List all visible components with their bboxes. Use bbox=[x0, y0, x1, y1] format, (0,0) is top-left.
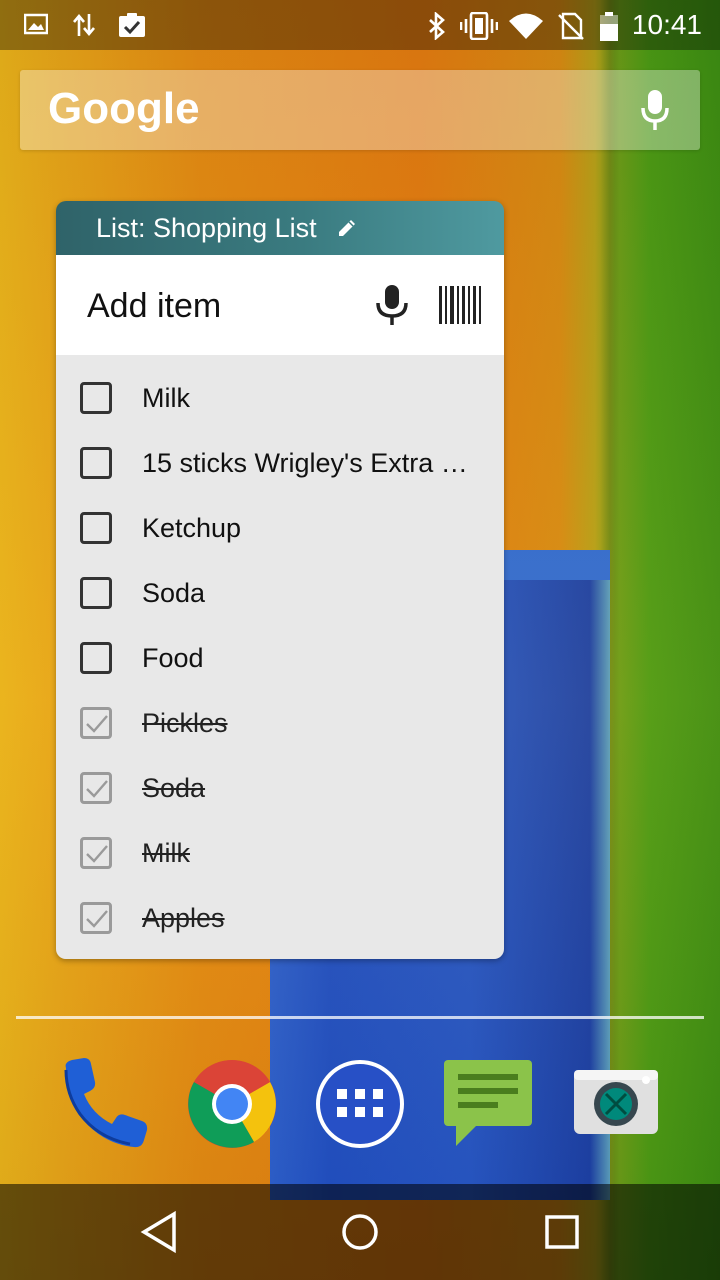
list-item[interactable]: Milk bbox=[56, 368, 504, 433]
add-item-label[interactable]: Add item bbox=[87, 287, 221, 326]
checkmark-icon bbox=[86, 910, 108, 928]
checkbox-unchecked[interactable] bbox=[80, 512, 112, 544]
item-label: Soda bbox=[142, 578, 206, 608]
google-logo: Google bbox=[48, 84, 200, 133]
checkmark-icon bbox=[86, 715, 108, 733]
item-label: Pickles bbox=[142, 708, 228, 738]
checkbox-checked[interactable] bbox=[80, 902, 112, 934]
barcode-scan-icon[interactable] bbox=[438, 285, 482, 330]
mic-icon[interactable] bbox=[640, 88, 670, 137]
list-item[interactable]: Soda bbox=[56, 563, 504, 628]
widget-header[interactable]: List: Shopping List bbox=[56, 201, 504, 255]
home-icon[interactable] bbox=[338, 1210, 382, 1259]
item-label: Milk bbox=[142, 838, 190, 868]
vibrate-icon bbox=[459, 11, 499, 45]
checkmark-icon bbox=[86, 780, 108, 798]
item-label: Ketchup bbox=[142, 513, 242, 543]
phone-icon[interactable] bbox=[58, 1058, 150, 1150]
checkbox-checked[interactable] bbox=[80, 707, 112, 739]
checkbox-checked[interactable] bbox=[80, 837, 112, 869]
list-item[interactable]: Milk bbox=[56, 823, 504, 888]
checkbox-unchecked[interactable] bbox=[80, 447, 112, 479]
status-time: 10:41 bbox=[631, 9, 702, 40]
clipboard-check-icon bbox=[118, 12, 146, 43]
app-drawer-icon[interactable] bbox=[314, 1058, 406, 1150]
item-label: 15 sticks Wrigley's Extra Spearmint bbox=[142, 448, 477, 478]
item-label: Soda bbox=[142, 773, 206, 803]
back-icon[interactable] bbox=[138, 1210, 182, 1259]
list-item[interactable]: Pickles bbox=[56, 693, 504, 758]
pencil-edit-icon[interactable] bbox=[336, 217, 358, 244]
shopping-list-widget: List: Shopping List Add item Milk 15 sti… bbox=[56, 201, 504, 959]
recents-icon[interactable] bbox=[540, 1210, 584, 1259]
item-label: Apples bbox=[142, 903, 225, 933]
bluetooth-icon bbox=[426, 11, 448, 45]
list-item[interactable]: Food bbox=[56, 628, 504, 693]
item-label: Food bbox=[142, 643, 204, 673]
messages-icon[interactable] bbox=[442, 1058, 534, 1150]
checkbox-unchecked[interactable] bbox=[80, 382, 112, 414]
status-bar: 10:41 bbox=[0, 0, 720, 50]
checkbox-unchecked[interactable] bbox=[80, 642, 112, 674]
dock-divider bbox=[16, 1016, 704, 1019]
widget-title: List: Shopping List bbox=[96, 213, 317, 243]
add-item-row[interactable]: Add item bbox=[56, 255, 504, 355]
data-transfer-icon bbox=[72, 12, 96, 43]
checkbox-checked[interactable] bbox=[80, 772, 112, 804]
google-search-bar[interactable]: Google bbox=[20, 70, 700, 150]
item-label: Milk bbox=[142, 383, 190, 413]
list-item[interactable]: Soda bbox=[56, 758, 504, 823]
item-list: Milk 15 sticks Wrigley's Extra Spearmint… bbox=[56, 355, 504, 959]
list-item[interactable]: Apples bbox=[56, 888, 504, 953]
checkmark-icon bbox=[86, 845, 108, 863]
battery-icon bbox=[598, 12, 620, 47]
wifi-icon bbox=[508, 12, 544, 45]
chrome-icon[interactable] bbox=[186, 1058, 278, 1150]
list-item[interactable]: 15 sticks Wrigley's Extra Spearmint bbox=[56, 433, 504, 498]
camera-icon[interactable] bbox=[570, 1058, 662, 1150]
navigation-bar bbox=[0, 1184, 720, 1280]
gallery-notification-icon bbox=[23, 12, 49, 41]
checkbox-unchecked[interactable] bbox=[80, 577, 112, 609]
list-item[interactable]: Ketchup bbox=[56, 498, 504, 563]
no-sim-icon bbox=[556, 12, 584, 45]
voice-input-icon[interactable] bbox=[372, 283, 412, 332]
